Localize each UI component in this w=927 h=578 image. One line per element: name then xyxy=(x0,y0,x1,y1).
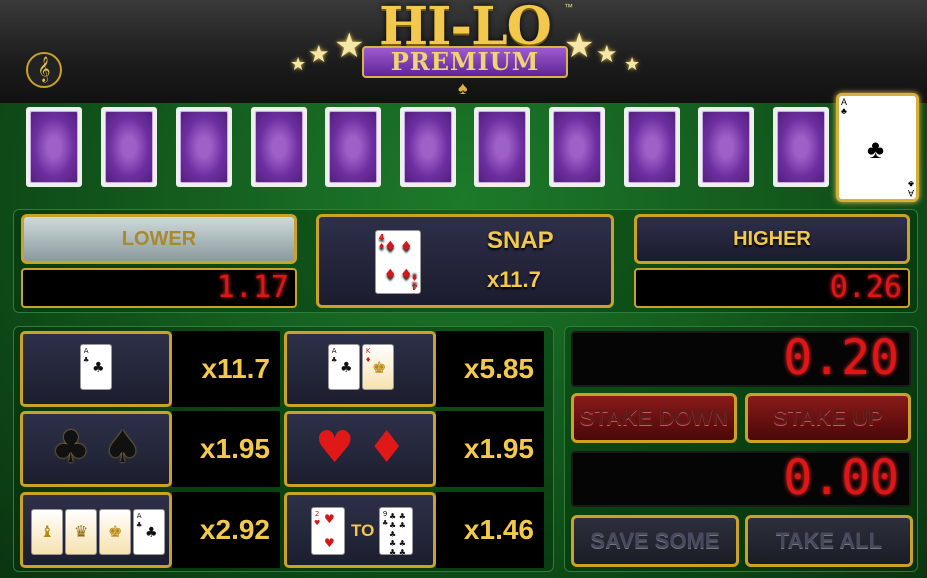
face-down-card xyxy=(26,107,82,187)
star-icon: ★ xyxy=(624,54,641,74)
court-cards-bet-multiplier: x2.92 xyxy=(172,492,280,568)
stake-down-button[interactable]: STAKE DOWN xyxy=(571,393,737,443)
save-some-label: SAVE SOME xyxy=(590,528,720,553)
face-down-card xyxy=(773,107,829,187)
ace-card: A ♣ ♣ xyxy=(133,509,165,555)
current-card: A ♣ ♣ A ♣ xyxy=(836,93,919,202)
diamond-icon: ♦ xyxy=(367,422,407,473)
take-all-label: TAKE ALL xyxy=(775,528,883,553)
court-cards-bet-button[interactable]: ♝ ♛ ♚ A ♣ ♣ xyxy=(20,492,172,568)
ace-bet-multiplier: x11.7 xyxy=(172,331,280,407)
music-note-icon[interactable]: 𝄞 xyxy=(26,52,62,88)
trademark: ™ xyxy=(564,2,573,12)
red-suits-bet-multiplier: x1.95 xyxy=(436,411,544,487)
face-down-card xyxy=(624,107,680,187)
ace-bet-button[interactable]: A ♣ ♣ xyxy=(20,331,172,407)
ace-king-bet-button[interactable]: A ♣ ♣ K ♦ ♚ xyxy=(284,331,436,407)
face-down-card xyxy=(549,107,605,187)
black-suits-bet-button[interactable]: ♣ ♠ xyxy=(20,411,172,487)
spade-icon: ♠ xyxy=(103,422,143,473)
queen-card: ♛ xyxy=(65,509,97,555)
higher-payout-display: 0.26 xyxy=(634,268,910,308)
two-card: 2 ♥ ♥ ♥ xyxy=(311,507,345,555)
club-icon: ♣ xyxy=(867,134,885,164)
take-all-button[interactable]: TAKE ALL xyxy=(745,515,913,567)
jack-card: ♝ xyxy=(31,509,63,555)
face-down-card xyxy=(101,107,157,187)
save-some-button[interactable]: SAVE SOME xyxy=(571,515,739,567)
ace-card: A ♣ ♣ xyxy=(328,344,360,390)
club-icon: ♣ xyxy=(51,422,91,473)
logo-subtitle: PREMIUM xyxy=(362,46,568,78)
spade-icon: ♠ xyxy=(458,78,468,98)
face-down-card xyxy=(474,107,530,187)
face-down-card xyxy=(325,107,381,187)
face-down-card xyxy=(400,107,456,187)
red-suits-bet-button[interactable]: ♥ ♦ xyxy=(284,411,436,487)
stake-down-label: STAKE DOWN xyxy=(579,405,729,430)
to-label: TO xyxy=(351,521,375,540)
lower-payout-display: 1.17 xyxy=(21,268,297,308)
king-card: K ♦ ♚ xyxy=(362,344,394,390)
two-to-nine-bet-button[interactable]: 2 ♥ ♥ ♥ TO 9 ♣ ♣ ♣ ♣ ♣ ♣ ♣ ♣ ♣ ♣ xyxy=(284,492,436,568)
win-display: 0.00 xyxy=(571,451,911,507)
snap-card: 4 ♦ ♦ ♦ ♦ ♦ 4 ♦ xyxy=(375,230,421,294)
ace-card: A ♣ ♣ xyxy=(80,344,112,390)
black-suits-bet-multiplier: x1.95 xyxy=(172,411,280,487)
snap-label: SNAP xyxy=(487,227,554,254)
lower-label: LOWER xyxy=(121,228,197,250)
face-down-card xyxy=(698,107,754,187)
two-to-nine-bet-multiplier: x1.46 xyxy=(436,492,544,568)
ace-king-bet-multiplier: x5.85 xyxy=(436,331,544,407)
face-down-card xyxy=(251,107,307,187)
star-icon: ★ xyxy=(290,54,307,74)
card-corner: A ♣ xyxy=(907,179,914,198)
lower-button[interactable]: LOWER xyxy=(21,214,297,264)
higher-label: HIGHER xyxy=(733,228,811,250)
card-corner: A ♣ xyxy=(841,97,848,116)
game-logo: ★ ★ ★ ★ ★ ★ HI-LO ™ PREMIUM ♠ xyxy=(290,0,640,100)
king-card: ♚ xyxy=(99,509,131,555)
snap-multiplier: x11.7 xyxy=(487,267,541,292)
stake-display: 0.20 xyxy=(571,331,911,387)
stake-up-label: STAKE UP xyxy=(773,405,883,430)
snap-button[interactable]: 4 ♦ ♦ ♦ ♦ ♦ 4 ♦ SNAP x11.7 xyxy=(316,214,614,308)
stake-up-button[interactable]: STAKE UP xyxy=(745,393,911,443)
higher-button[interactable]: HIGHER xyxy=(634,214,910,264)
nine-card: 9 ♣ ♣ ♣ ♣ ♣ ♣ ♣ ♣ ♣ ♣ xyxy=(379,507,413,557)
heart-icon: ♥ xyxy=(315,422,355,473)
face-down-card xyxy=(176,107,232,187)
